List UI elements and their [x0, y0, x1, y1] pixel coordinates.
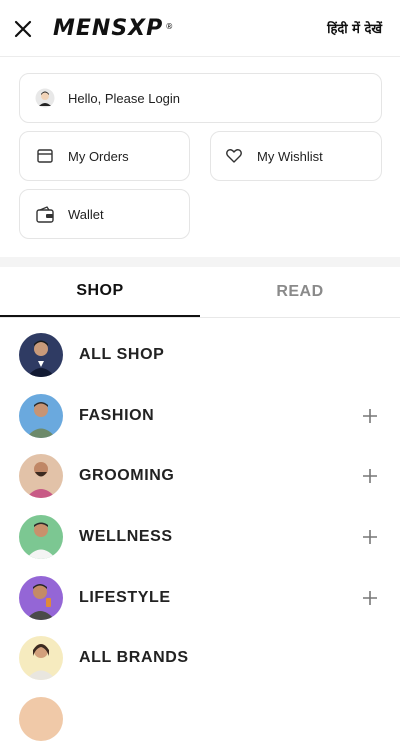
close-icon[interactable] [12, 18, 34, 40]
lifestyle-label: LIFESTYLE [79, 588, 171, 606]
login-card[interactable]: Hello, Please Login [19, 73, 382, 123]
menu-item-fashion[interactable]: FASHION [0, 385, 400, 446]
menu-item-grooming[interactable]: GROOMING [0, 445, 400, 506]
my-orders-card[interactable]: My Orders [19, 131, 190, 181]
header-bar: MENSXP ® हिंदी में देखें [0, 0, 400, 57]
menu-item-all-shop[interactable]: ALL SHOP [0, 324, 400, 385]
all-shop-avatar [19, 332, 63, 377]
tab-read[interactable]: READ [200, 267, 400, 317]
wallet-label: Wallet [68, 206, 104, 222]
fashion-label: FASHION [79, 406, 155, 424]
next-item-avatar-partial [19, 697, 63, 741]
plus-icon[interactable] [362, 468, 378, 484]
section-divider [0, 257, 400, 267]
my-wishlist-card[interactable]: My Wishlist [210, 131, 382, 181]
mensxp-logo[interactable]: MENSXP ® [53, 16, 174, 41]
heart-icon [223, 145, 245, 167]
plus-icon[interactable] [362, 529, 378, 545]
my-wishlist-label: My Wishlist [257, 148, 323, 164]
wallet-icon [34, 203, 56, 225]
wallet-card[interactable]: Wallet [19, 189, 190, 239]
grooming-label: GROOMING [79, 466, 175, 484]
menu-item-lifestyle[interactable]: LIFESTYLE [0, 567, 400, 628]
all-brands-avatar [19, 635, 63, 680]
wellness-avatar [19, 514, 63, 559]
menu-item-all-brands[interactable]: ALL BRANDS [0, 627, 400, 688]
lifestyle-avatar [19, 575, 63, 620]
grooming-avatar [19, 453, 63, 498]
user-avatar-icon [34, 87, 56, 109]
login-label: Hello, Please Login [68, 90, 181, 106]
plus-icon[interactable] [362, 408, 378, 424]
all-shop-label: ALL SHOP [79, 345, 165, 363]
plus-icon[interactable] [362, 590, 378, 606]
tab-shop[interactable]: SHOP [0, 267, 200, 317]
fashion-avatar [19, 393, 63, 438]
wellness-label: WELLNESS [79, 527, 173, 545]
tab-bar: SHOP READ [0, 267, 400, 318]
menu-item-wellness[interactable]: WELLNESS [0, 506, 400, 567]
orders-box-icon [34, 145, 56, 167]
language-switch-link[interactable]: हिंदी में देखें [327, 19, 382, 37]
all-brands-label: ALL BRANDS [79, 648, 189, 666]
my-orders-label: My Orders [68, 148, 129, 164]
